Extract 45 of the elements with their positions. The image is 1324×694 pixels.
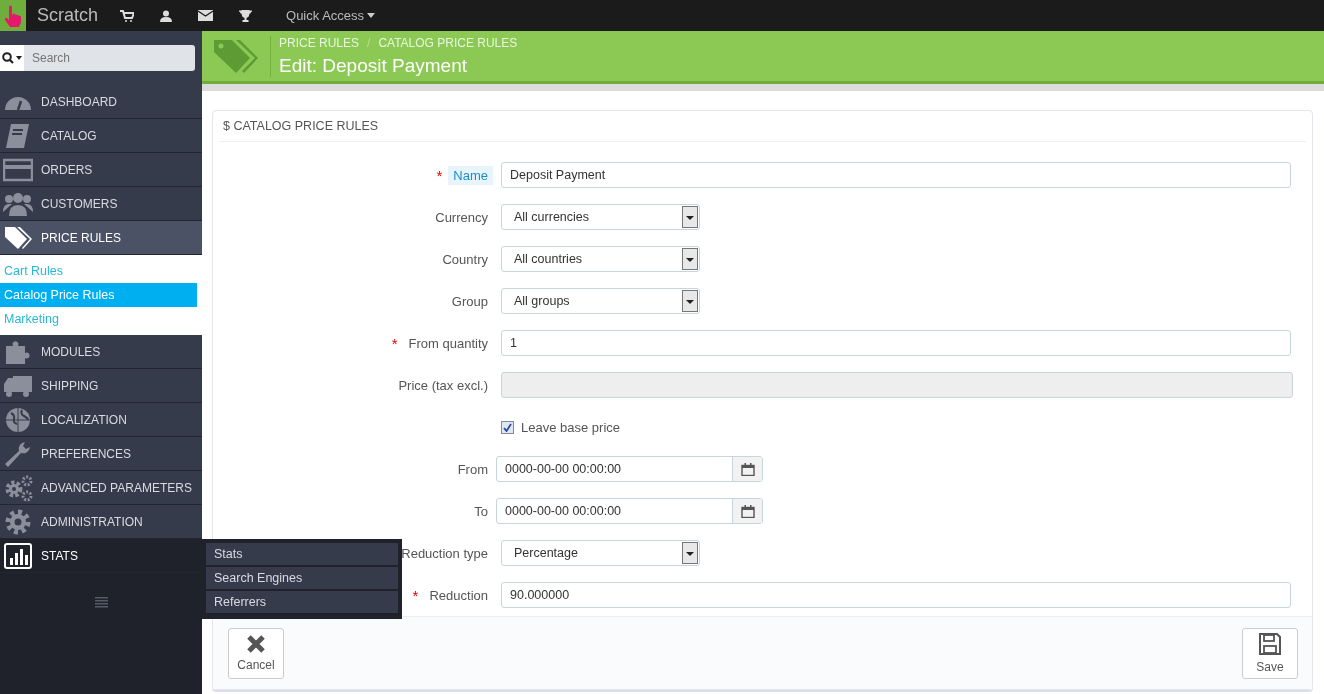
sidebar-menu-item[interactable]: ADMINISTRATION xyxy=(0,505,202,539)
sidebar-menu-item[interactable]: DASHBOARD xyxy=(0,85,202,119)
shop-name[interactable]: Scratch xyxy=(37,5,99,26)
select-dropdown[interactable]: All currencies xyxy=(501,204,700,230)
sidebar-menu-item[interactable]: PRICE RULES xyxy=(0,221,202,255)
sidebar-menu-item[interactable]: ADVANCED PARAMETERS xyxy=(0,471,202,505)
flyout-menu-item[interactable]: Search Engines xyxy=(206,567,398,591)
breadcrumb-separator: / xyxy=(367,35,371,50)
search-field[interactable]: Search xyxy=(24,45,195,71)
sidebar-menu-item[interactable]: CATALOG xyxy=(0,119,202,153)
flyout-menu-item[interactable]: Stats xyxy=(206,543,398,567)
field-label: To xyxy=(473,502,489,521)
field-label: From quantity xyxy=(407,334,489,353)
field-label: Country xyxy=(441,250,489,269)
field-label: Name xyxy=(448,165,493,185)
cancel-button[interactable]: Cancel xyxy=(228,627,284,679)
save-button[interactable]: Save xyxy=(1242,627,1298,679)
sidebar-menu-item[interactable]: CUSTOMERS xyxy=(0,187,202,221)
select-dropdown[interactable]: All groups xyxy=(501,288,700,314)
required-asterisk: * xyxy=(391,334,398,352)
required-asterisk: * xyxy=(412,586,419,604)
checkbox-label[interactable]: Leave base price xyxy=(521,419,620,435)
panel-heading: $ CATALOG PRICE RULES xyxy=(219,111,1306,142)
required-asterisk: * xyxy=(436,166,443,184)
page-title: Edit: Deposit Payment xyxy=(279,54,468,77)
field-label: Group xyxy=(450,292,489,311)
sidebar-menu-item[interactable]: MODULES xyxy=(0,335,202,369)
field-label: Reduction xyxy=(428,586,489,605)
flyout-menu-item[interactable]: Referrers xyxy=(206,591,398,615)
sidebar-menu-item[interactable]: PREFERENCES xyxy=(0,437,202,471)
sidebar-menu-item[interactable]: LOCALIZATION xyxy=(0,403,202,437)
field-label: From xyxy=(456,460,489,479)
sidebar-menu-item[interactable]: SHIPPING xyxy=(0,369,202,403)
field-label: Reduction type xyxy=(400,544,489,563)
text-field[interactable]: 90.000000 xyxy=(501,582,1291,608)
date-field[interactable]: 0000-00-00 00:00:00 xyxy=(496,498,763,524)
text-field[interactable]: 1 xyxy=(501,330,1291,356)
quick-access-menu[interactable]: Quick Access xyxy=(286,8,376,23)
sidebar-menu-item[interactable]: ORDERS xyxy=(0,153,202,187)
text-field[interactable]: Deposit Payment xyxy=(501,162,1291,188)
select-dropdown[interactable]: All countries xyxy=(501,246,700,272)
select-dropdown[interactable]: Percentage xyxy=(501,540,700,566)
date-field[interactable]: 0000-00-00 00:00:00 xyxy=(496,456,763,482)
field-label: Price (tax excl.) xyxy=(397,376,489,395)
field-label: Currency xyxy=(434,208,489,227)
